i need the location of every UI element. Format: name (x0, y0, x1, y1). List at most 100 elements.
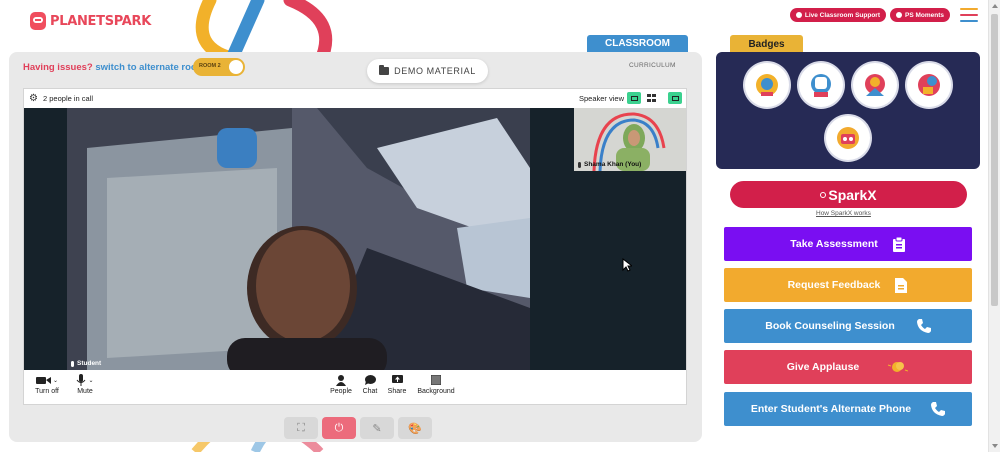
background-icon (431, 375, 441, 385)
badge-2-icon[interactable] (799, 63, 843, 107)
request-feedback-label: Request Feedback (787, 279, 881, 291)
grid-view-button[interactable] (644, 92, 658, 104)
speaker-view-button[interactable] (627, 92, 641, 104)
self-participant-tag: Shama Khan (You) (578, 161, 641, 168)
end-class-button[interactable]: ⏻ (322, 417, 356, 439)
header-actions: Live Classroom Support PS Moments (789, 8, 978, 22)
scroll-down-icon[interactable] (992, 444, 998, 448)
clipboard-icon (892, 236, 906, 252)
settings-gear-icon[interactable]: ⚙ (29, 94, 38, 104)
ps-moments-button[interactable]: PS Moments (889, 8, 950, 22)
scroll-up-icon[interactable] (992, 4, 998, 8)
curriculum-link[interactable]: CURRICULUM (629, 62, 676, 69)
people-label: People (330, 388, 352, 395)
pip-view-icon (671, 95, 679, 101)
annotate-button[interactable]: ✎ (360, 417, 394, 439)
microphone-icon (578, 161, 581, 168)
room-toggle[interactable]: ROOM 2 (193, 58, 245, 76)
pip-view-button[interactable] (668, 92, 682, 104)
people-button[interactable]: People (329, 374, 353, 395)
self-video-tile[interactable]: Shama Khan (You) (574, 108, 686, 171)
fullscreen-icon: ⛶ (297, 421, 305, 434)
camera-toggle-button[interactable]: ⌄ Turn off (32, 374, 62, 395)
badges-panel (716, 52, 980, 169)
speaker-view-icon (630, 95, 638, 101)
person-icon (336, 374, 346, 386)
folder-icon (379, 65, 390, 75)
speaker-view-label: Speaker view (579, 94, 625, 103)
main-participant-video: Student (67, 108, 530, 370)
microphone-icon (77, 374, 86, 386)
classroom-tools: ⛶ ⏻ ✎ 🎨 (284, 417, 432, 439)
share-button[interactable]: Share (386, 374, 408, 395)
sparkx-logo-icon (820, 191, 827, 198)
tab-classroom[interactable]: CLASSROOM (587, 35, 688, 53)
how-sparkx-works-link[interactable]: How SparkX works (816, 210, 871, 217)
give-applause-label: Give Applause (786, 361, 860, 373)
document-icon (894, 277, 908, 293)
grid-view-icon (646, 94, 656, 102)
mute-label: Mute (77, 388, 93, 395)
planetspark-logo[interactable]: PLANETSPARK (30, 12, 151, 30)
logo-text: PLANETSPARK (50, 13, 152, 29)
chat-bubble-icon (364, 375, 376, 385)
scroll-thumb[interactable] (991, 14, 998, 306)
chat-button[interactable]: Chat (359, 374, 381, 395)
phone-icon (916, 318, 931, 334)
sparkx-button[interactable]: SparkX (730, 181, 967, 208)
background-button[interactable]: Background (414, 374, 458, 395)
palette-icon: 🎨 (408, 422, 422, 435)
main-video-frame (67, 108, 530, 370)
close-circle-icon (795, 12, 802, 18)
page-scrollbar[interactable] (988, 0, 1000, 452)
live-support-button[interactable]: Live Classroom Support (789, 8, 886, 22)
pen-icon: ✎ (372, 422, 382, 435)
mouse-cursor-icon (622, 258, 632, 272)
people-count: 2 people in call (43, 94, 94, 103)
mute-button[interactable]: ⌄ Mute (72, 374, 98, 395)
self-participant-name: Shama Khan (You) (584, 161, 642, 168)
issues-notice: Having issues? switch to alternate room (23, 62, 205, 73)
toggle-knob (229, 60, 243, 74)
issues-label: Having issues? (23, 62, 93, 73)
demo-material-button[interactable]: DEMO MATERIAL (367, 59, 488, 83)
microphone-icon (71, 360, 74, 367)
give-applause-button[interactable]: Give Applause (724, 350, 972, 384)
badge-4-icon[interactable] (907, 63, 951, 107)
demo-material-label: DEMO MATERIAL (394, 66, 476, 76)
badge-3-icon[interactable] (853, 63, 897, 107)
phone-icon (931, 401, 946, 417)
alternate-phone-button[interactable]: Enter Student's Alternate Phone (724, 392, 972, 426)
badge-1-icon[interactable] (745, 63, 789, 107)
request-feedback-button[interactable]: Request Feedback (724, 268, 972, 302)
book-counseling-button[interactable]: Book Counseling Session (724, 309, 972, 343)
room-toggle-label: ROOM 2 (199, 63, 221, 69)
palette-button[interactable]: 🎨 (398, 417, 432, 439)
call-controls: ⌄ Turn off ⌄ Mute People Chat Share Back… (24, 370, 686, 405)
ps-moments-label: PS Moments (904, 11, 944, 19)
clapping-hands-icon (885, 359, 909, 375)
call-toolbar: ⚙ 2 people in call Speaker view (24, 89, 686, 108)
robot-logo-icon (30, 12, 46, 30)
camera-toggle-label: Turn off (35, 388, 59, 395)
take-assessment-button[interactable]: Take Assessment (724, 227, 972, 261)
main-participant-tag: Student (71, 360, 101, 367)
take-assessment-label: Take Assessment (790, 238, 878, 250)
main-participant-name: Student (77, 360, 102, 367)
video-stage: Student Shama Khan (You) (24, 108, 686, 370)
power-icon: ⏻ (334, 421, 344, 434)
chat-label: Chat (362, 388, 378, 395)
fullscreen-button[interactable]: ⛶ (284, 417, 318, 439)
video-call: ⚙ 2 people in call Speaker view Student … (23, 88, 687, 405)
share-screen-icon (391, 375, 403, 383)
share-label: Share (387, 388, 407, 395)
hamburger-menu-icon[interactable] (960, 8, 978, 22)
alternate-room-link[interactable]: switch to alternate room (95, 62, 205, 73)
badge-5-icon[interactable] (826, 116, 870, 160)
alternate-phone-label: Enter Student's Alternate Phone (750, 403, 912, 415)
spark-icon (895, 12, 902, 18)
video-camera-icon (35, 376, 51, 384)
book-counseling-label: Book Counseling Session (765, 320, 895, 332)
background-label: Background (417, 388, 455, 395)
sparkx-label: SparkX (828, 186, 877, 203)
